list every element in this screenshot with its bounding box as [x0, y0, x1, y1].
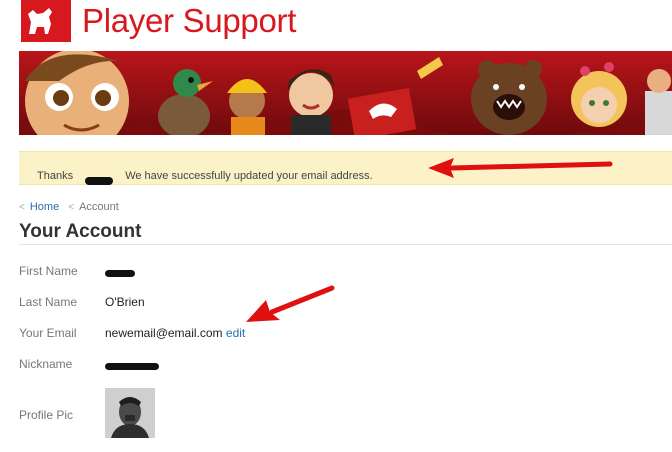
red-arrow-email: [246, 285, 335, 322]
nickname-value: [105, 359, 159, 373]
notice-message: We have successfully updated your email …: [125, 170, 373, 182]
page-title: Your Account: [19, 221, 142, 242]
last-name-label: Last Name: [19, 295, 78, 309]
first-name-label: First Name: [19, 264, 78, 278]
email-value: newemail@email.com: [105, 326, 223, 340]
breadcrumb-chevron-icon: <: [68, 202, 75, 213]
email-edit-link[interactable]: edit: [226, 326, 245, 340]
red-arrow-notice: [428, 158, 613, 178]
email-label: Your Email: [19, 326, 77, 340]
redacted-name: [85, 176, 114, 185]
characters-banner: [19, 51, 672, 135]
email-row: newemail@email.com edit: [105, 326, 245, 340]
breadcrumb-current: Account: [79, 201, 119, 213]
redacted-nickname: [105, 363, 159, 371]
profile-photo: [105, 388, 155, 438]
breadcrumb: < Home < Account: [19, 201, 119, 213]
title-divider: [19, 244, 672, 245]
nickname-label: Nickname: [19, 357, 73, 371]
site-title: Player Support: [82, 2, 297, 39]
site-header: zynga Player Support: [0, 0, 672, 50]
notice-prefix: Thanks: [37, 170, 74, 182]
redacted-first-name: [105, 270, 135, 278]
breadcrumb-chevron-icon: <: [19, 202, 25, 213]
banner-illustration: [19, 51, 672, 135]
breadcrumb-home-link[interactable]: Home: [30, 201, 59, 213]
profile-pic-label: Profile Pic: [19, 408, 74, 422]
first-name-value: [105, 266, 135, 280]
profile-picture: [105, 388, 155, 438]
notice-text: Thanks We have successfully updated your…: [28, 161, 373, 185]
zynga-logo[interactable]: zynga: [21, 0, 91, 42]
dog-icon: [28, 8, 52, 34]
last-name-value: O'Brien: [105, 295, 145, 309]
